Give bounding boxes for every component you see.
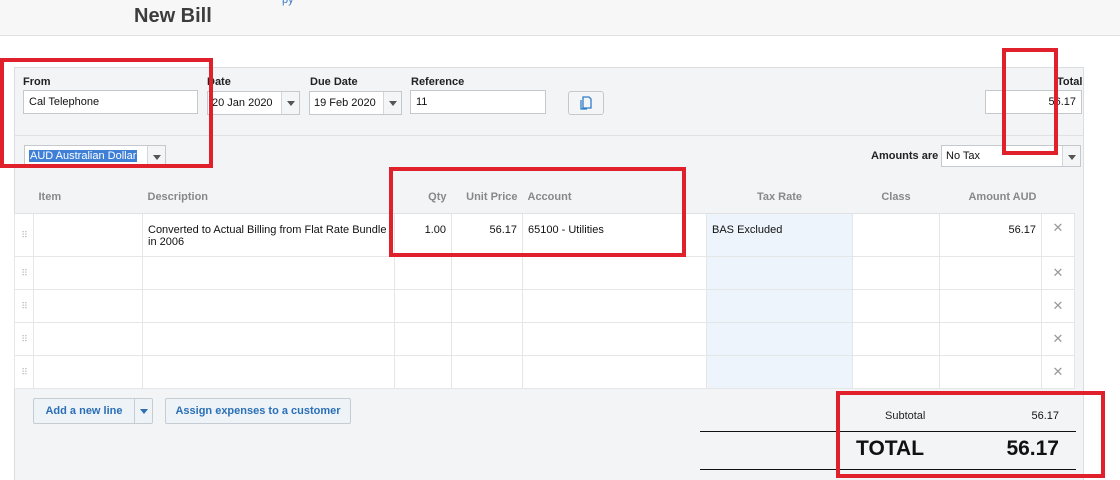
- amounts-are-label: Amounts are: [871, 150, 939, 162]
- date-picker[interactable]: 20 Jan 2020: [207, 91, 300, 115]
- table-row[interactable]: ⠿ ✕: [14, 288, 1075, 323]
- cell-account[interactable]: [522, 255, 707, 290]
- cell-description[interactable]: [142, 354, 395, 389]
- cell-item[interactable]: [33, 321, 143, 356]
- due-date-label: Due Date: [310, 76, 358, 88]
- cell-item[interactable]: [33, 212, 143, 257]
- cell-amount[interactable]: 56.17: [939, 212, 1042, 257]
- add-new-line-button[interactable]: Add a new line: [33, 398, 135, 424]
- cell-amount[interactable]: [939, 321, 1042, 356]
- reference-label: Reference: [411, 76, 465, 88]
- cell-tax-rate[interactable]: [706, 288, 853, 323]
- assign-expenses-button[interactable]: Assign expenses to a customer: [165, 398, 351, 424]
- amounts-are-value: No Tax: [946, 150, 981, 162]
- cell-unit-price[interactable]: [451, 354, 523, 389]
- table-row[interactable]: ⠿ ✕: [14, 255, 1075, 290]
- drag-handle-icon[interactable]: ⠿: [14, 212, 34, 257]
- cell-item[interactable]: [33, 354, 143, 389]
- chevron-down-icon[interactable]: [1062, 146, 1080, 166]
- cell-item[interactable]: [33, 288, 143, 323]
- chevron-down-icon[interactable]: [281, 92, 299, 114]
- copy-icon: [580, 96, 592, 110]
- cell-qty[interactable]: [394, 288, 452, 323]
- cell-account[interactable]: [522, 354, 707, 389]
- header-tax-rate: Tax Rate: [706, 182, 853, 214]
- annotation-box: [836, 391, 1105, 478]
- cell-unit-price[interactable]: [451, 288, 523, 323]
- close-icon[interactable]: ✕: [1041, 255, 1075, 290]
- close-icon[interactable]: ✕: [1041, 321, 1075, 356]
- drag-handle-icon[interactable]: ⠿: [14, 288, 34, 323]
- chevron-down-icon[interactable]: [383, 92, 401, 114]
- reference-input[interactable]: 11: [410, 90, 546, 114]
- cell-amount[interactable]: [939, 255, 1042, 290]
- page-header: py New Bill: [0, 0, 1120, 36]
- cell-tax-rate[interactable]: [706, 255, 853, 290]
- close-icon[interactable]: ✕: [1041, 288, 1075, 323]
- cell-class[interactable]: [852, 255, 940, 290]
- table-row[interactable]: ⠿ ✕: [14, 321, 1075, 356]
- close-icon[interactable]: ✕: [1041, 212, 1075, 257]
- cell-description[interactable]: [142, 321, 395, 356]
- page-title: New Bill: [134, 5, 212, 27]
- header-delete: [1041, 182, 1075, 214]
- cell-qty[interactable]: [394, 354, 452, 389]
- cell-qty[interactable]: [394, 255, 452, 290]
- cell-qty[interactable]: [394, 321, 452, 356]
- cell-description[interactable]: Converted to Actual Billing from Flat Ra…: [142, 212, 395, 257]
- header-drag: [14, 182, 34, 214]
- drag-handle-icon[interactable]: ⠿: [14, 255, 34, 290]
- cell-tax-rate[interactable]: BAS Excluded: [706, 212, 853, 257]
- cell-class[interactable]: [852, 321, 940, 356]
- header-link[interactable]: py: [282, 0, 294, 6]
- header-item: Item: [33, 182, 143, 214]
- annotation-box: [1002, 48, 1058, 155]
- cell-class[interactable]: [852, 354, 940, 389]
- table-row[interactable]: ⠿ ✕: [14, 354, 1075, 389]
- cell-unit-price[interactable]: [451, 321, 523, 356]
- cell-amount[interactable]: [939, 288, 1042, 323]
- annotation-box: [389, 167, 686, 257]
- due-date-picker[interactable]: 19 Feb 2020: [309, 91, 402, 115]
- header-amount: Amount AUD: [939, 182, 1042, 214]
- date-value: 20 Jan 2020: [212, 97, 273, 109]
- drag-handle-icon[interactable]: ⠿: [14, 354, 34, 389]
- due-date-value: 19 Feb 2020: [314, 97, 376, 109]
- cell-tax-rate[interactable]: [706, 354, 853, 389]
- chevron-down-icon[interactable]: [134, 398, 153, 424]
- cell-class[interactable]: [852, 212, 940, 257]
- cell-description[interactable]: [142, 255, 395, 290]
- cell-description[interactable]: [142, 288, 395, 323]
- annotation-box: [0, 58, 213, 168]
- cell-unit-price[interactable]: [451, 255, 523, 290]
- cell-amount[interactable]: [939, 354, 1042, 389]
- drag-handle-icon[interactable]: ⠿: [14, 321, 34, 356]
- cell-account[interactable]: [522, 321, 707, 356]
- cell-item[interactable]: [33, 255, 143, 290]
- copy-button[interactable]: [568, 91, 604, 115]
- cell-account[interactable]: [522, 288, 707, 323]
- cell-class[interactable]: [852, 288, 940, 323]
- cell-tax-rate[interactable]: [706, 321, 853, 356]
- header-class: Class: [852, 182, 940, 214]
- close-icon[interactable]: ✕: [1041, 354, 1075, 389]
- header-description: Description: [142, 182, 395, 214]
- total-label: Total: [1057, 76, 1083, 88]
